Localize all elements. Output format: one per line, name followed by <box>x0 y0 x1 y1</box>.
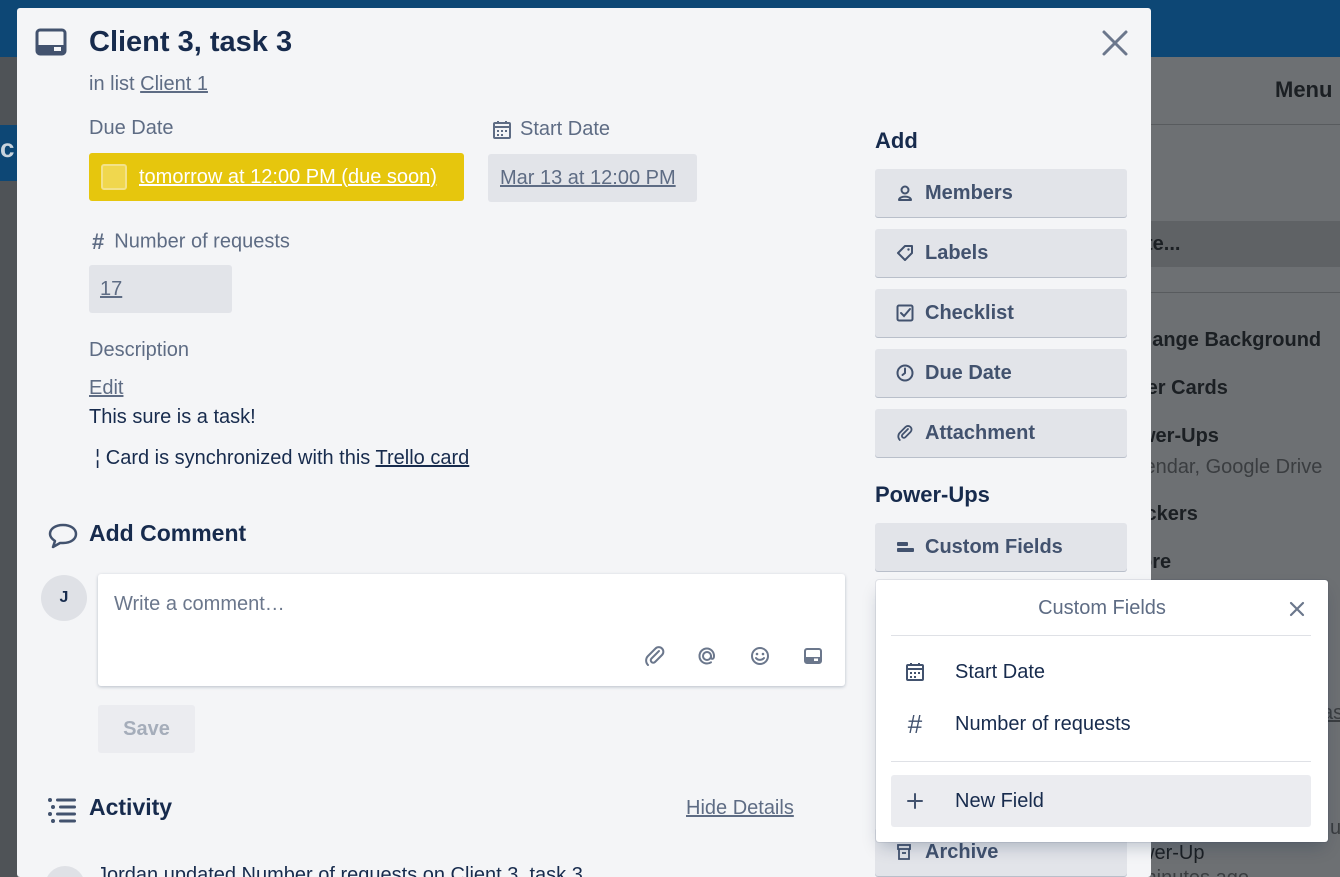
plus-icon <box>903 789 927 813</box>
menu-item-change-background[interactable]: hange Background <box>1150 329 1321 352</box>
menu-item-more[interactable]: ore <box>1150 551 1171 574</box>
close-icon[interactable] <box>1286 598 1308 620</box>
attachment-button[interactable]: Attachment <box>875 409 1127 457</box>
board-lists-background: c <box>0 57 17 877</box>
start-date-value[interactable]: Mar 13 at 12:00 PM <box>488 154 697 202</box>
menu-activity-time: minutes ago <box>1150 867 1249 877</box>
add-comment-heading: Add Comment <box>89 520 247 546</box>
new-field-button[interactable]: New Field <box>891 775 1311 827</box>
requests-value[interactable]: 17 <box>89 265 232 313</box>
menu-item-power-ups[interactable]: wer-Ups <box>1150 425 1219 448</box>
in-list-label: in list Client 1 <box>89 73 208 95</box>
emoji-icon[interactable] <box>748 644 772 668</box>
divider <box>891 761 1311 762</box>
labels-button[interactable]: Labels <box>875 229 1127 277</box>
card-title[interactable]: Client 3, task 3 <box>89 26 292 59</box>
menu-activity-entry: wer-Up <box>1150 842 1205 864</box>
comment-input[interactable] <box>98 574 845 634</box>
calendar-icon <box>493 120 511 139</box>
custom-field-start-date[interactable]: Start Date <box>891 648 1311 696</box>
clock-icon <box>895 363 915 383</box>
menu-about-button[interactable]: te... <box>1150 221 1340 267</box>
due-date-value[interactable]: tomorrow at 12:00 PM (due soon) <box>139 166 437 189</box>
members-button[interactable]: Members <box>875 169 1127 217</box>
avatar[interactable]: J <box>41 575 87 621</box>
due-date-label: Due Date <box>89 117 174 139</box>
attachment-icon[interactable] <box>643 644 667 668</box>
board-title-fragment: c <box>0 125 17 181</box>
custom-fields-icon <box>895 537 915 557</box>
start-date-label: Start Date <box>492 118 610 141</box>
menu-title: Menu <box>1275 77 1333 102</box>
description-label: Description <box>89 339 190 361</box>
edit-description-link[interactable]: Edit <box>89 377 123 400</box>
hide-details-link[interactable]: Hide Details <box>686 797 794 820</box>
custom-fields-button[interactable]: Custom Fields <box>875 523 1127 571</box>
close-icon[interactable] <box>1098 26 1132 60</box>
custom-field-number-of-requests[interactable]: # Number of requests <box>891 700 1311 748</box>
menu-power-ups-sub: lendar, Google Drive <box>1150 456 1323 478</box>
menu-edge-text: u <box>1330 817 1340 839</box>
power-ups-heading: Power-Ups <box>875 482 990 507</box>
menu-item-stickers[interactable]: ickers <box>1150 503 1198 526</box>
popover-title: Custom Fields <box>1038 597 1166 619</box>
trello-card-link[interactable]: Trello card <box>376 447 470 469</box>
list-link[interactable]: Client 1 <box>140 73 208 95</box>
description-text: This sure is a task! <box>89 406 256 428</box>
archive-icon <box>895 842 915 862</box>
label-icon <box>895 243 915 263</box>
avatar[interactable] <box>45 866 85 877</box>
requests-label: # Number of requests <box>92 229 290 254</box>
divider <box>1150 124 1340 125</box>
menu-item-filter-cards[interactable]: ter Cards <box>1150 377 1228 400</box>
due-complete-checkbox[interactable] <box>101 164 127 190</box>
card-link-icon[interactable] <box>801 644 825 668</box>
comment-icon <box>48 523 78 549</box>
paperclip-icon <box>895 423 915 443</box>
activity-entry: Jordan updated Number of requests on Cli… <box>97 864 583 877</box>
calendar-icon <box>903 660 927 684</box>
hash-icon: # <box>907 708 923 739</box>
activity-heading: Activity <box>89 794 173 820</box>
comment-composer <box>98 574 845 686</box>
add-heading: Add <box>875 128 918 153</box>
save-comment-button[interactable]: Save <box>98 705 195 753</box>
sync-notice: ¦ Card is synchronized with this Trello … <box>95 447 470 469</box>
checklist-button[interactable]: Checklist <box>875 289 1127 337</box>
divider <box>1150 292 1340 293</box>
card-icon <box>35 28 67 56</box>
divider <box>891 635 1311 636</box>
due-date-badge[interactable]: tomorrow at 12:00 PM (due soon) <box>89 153 464 201</box>
activity-icon <box>48 798 76 823</box>
hash-icon: # <box>92 229 105 254</box>
due-date-button[interactable]: Due Date <box>875 349 1127 397</box>
checklist-icon <box>895 303 915 323</box>
person-icon <box>895 183 915 203</box>
mention-icon[interactable] <box>695 644 719 668</box>
custom-fields-popover: Custom Fields Start Date # Number of req… <box>876 580 1328 842</box>
